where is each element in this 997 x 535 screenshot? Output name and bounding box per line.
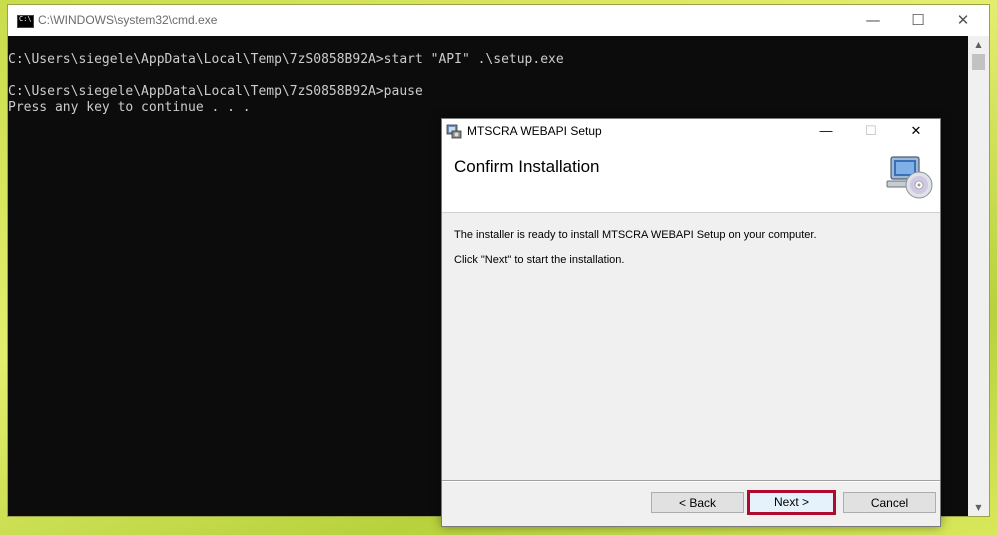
computer-cd-icon [886,156,933,199]
ready-message: The installer is ready to install MTSCRA… [454,229,817,241]
dialog-minimize-button[interactable]: — [806,119,846,143]
cmd-app-icon [17,15,34,28]
dialog-maximize-button: ☐ [865,123,877,138]
instruction-message: Click "Next" to start the installation. [454,254,625,266]
back-button[interactable]: < Back [651,492,744,513]
scroll-up-arrow-icon[interactable]: ▲ [968,36,989,53]
cmd-scrollbar[interactable]: ▲ ▼ [968,36,989,516]
installer-app-icon [446,124,462,139]
console-line: C:\Users\siegele\AppData\Local\Temp\7zS0… [8,84,423,99]
cmd-close-button[interactable]: ✕ [940,5,986,36]
page-title: Confirm Installation [454,157,600,176]
scroll-thumb[interactable] [972,54,985,70]
dialog-header: Confirm Installation [442,143,940,213]
scroll-down-arrow-icon[interactable]: ▼ [968,499,989,516]
console-line: C:\Users\siegele\AppData\Local\Temp\7zS0… [8,52,564,67]
setup-dialog: MTSCRA WEBAPI Setup — ☐ ✕ Confirm Instal… [441,118,941,527]
cmd-minimize-button[interactable]: — [850,5,896,36]
cmd-maximize-button[interactable]: ☐ [895,5,941,36]
next-button[interactable]: Next > [747,490,836,515]
console-line: Press any key to continue . . . [8,100,251,115]
cmd-titlebar[interactable]: C:\WINDOWS\system32\cmd.exe — ☐ ✕ [8,5,989,36]
next-button-label: Next > [773,495,809,509]
cmd-window-title: C:\WINDOWS\system32\cmd.exe [38,13,218,27]
dialog-title: MTSCRA WEBAPI Setup [467,124,602,138]
dialog-close-button[interactable]: ✕ [896,119,936,143]
divider [442,480,940,482]
dialog-titlebar[interactable]: MTSCRA WEBAPI Setup — ☐ ✕ [442,119,940,143]
cancel-button[interactable]: Cancel [843,492,936,513]
